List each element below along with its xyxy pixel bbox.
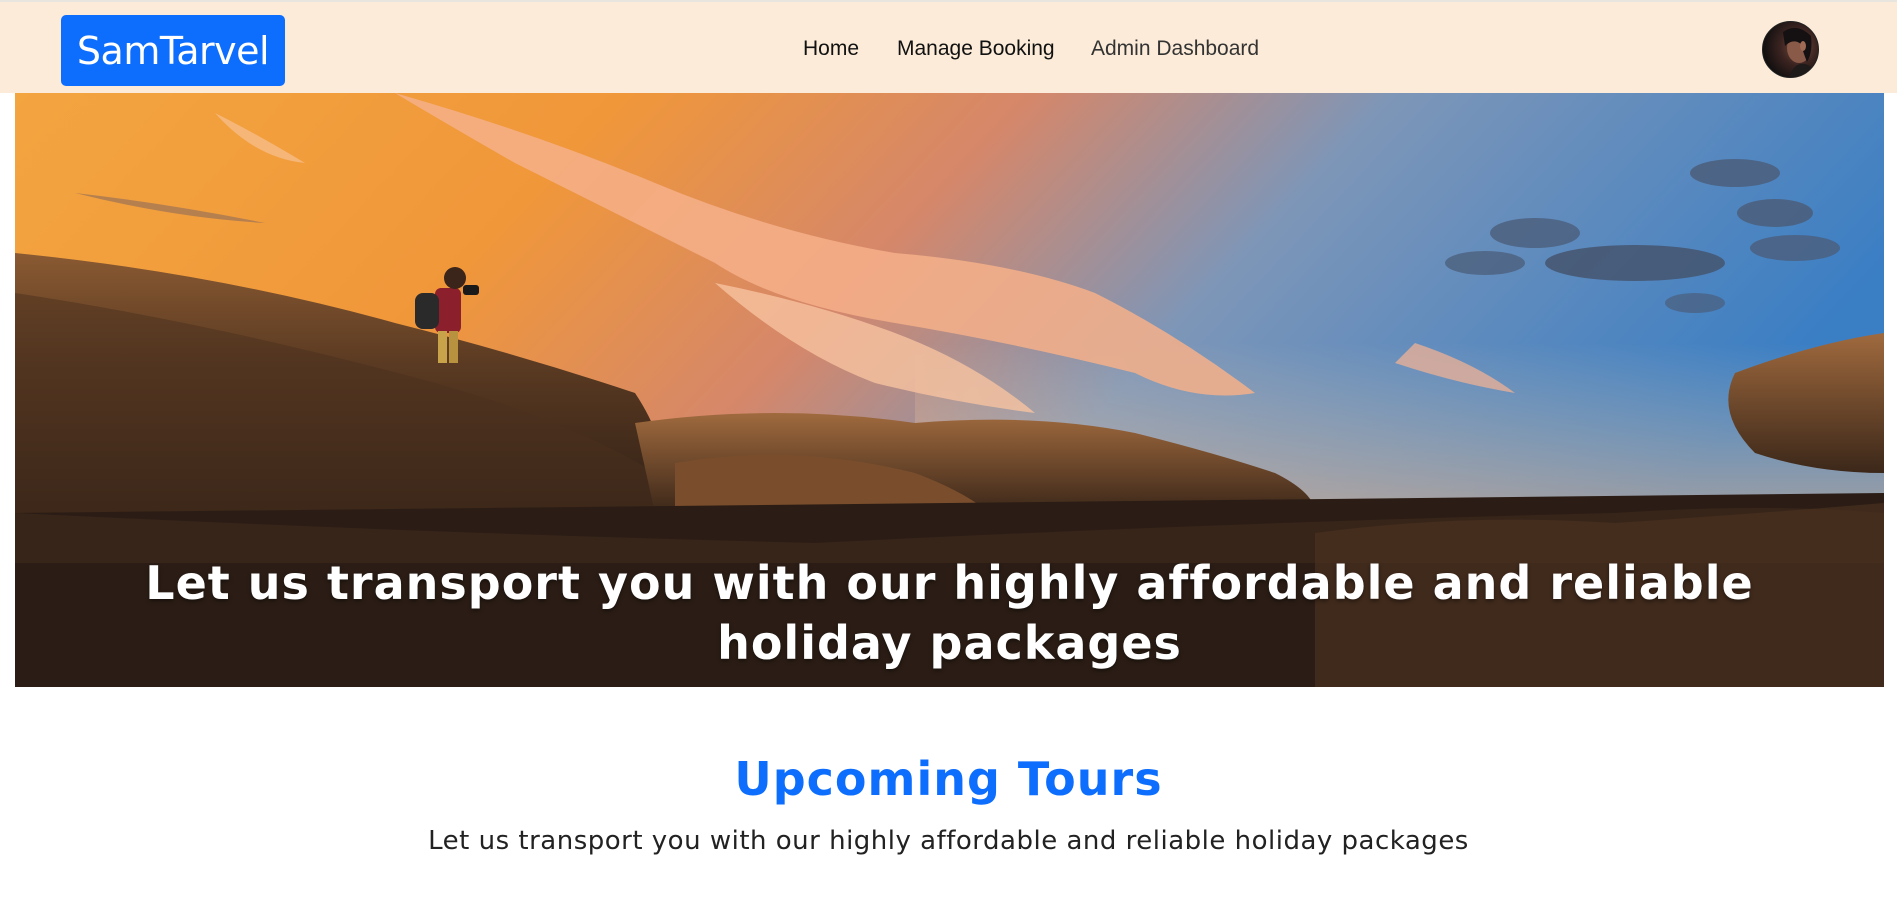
navbar: SamTarvel Home Manage Booking Admin Dash… [0,0,1897,93]
nav-link-admin-dashboard[interactable]: Admin Dashboard [1091,32,1259,66]
user-avatar-icon[interactable] [1762,21,1819,78]
hero-banner: Let us transport you with our highly aff… [15,93,1884,687]
nav-links: Home Manage Booking Admin Dashboard [0,32,1897,66]
section-subtitle: Let us transport you with our highly aff… [428,826,1469,856]
hero-title: Let us transport you with our highly aff… [145,556,1754,670]
nav-link-home[interactable]: Home [803,32,859,66]
section-title: Upcoming Tours [734,752,1163,806]
nav-link-manage-booking[interactable]: Manage Booking [897,32,1055,66]
